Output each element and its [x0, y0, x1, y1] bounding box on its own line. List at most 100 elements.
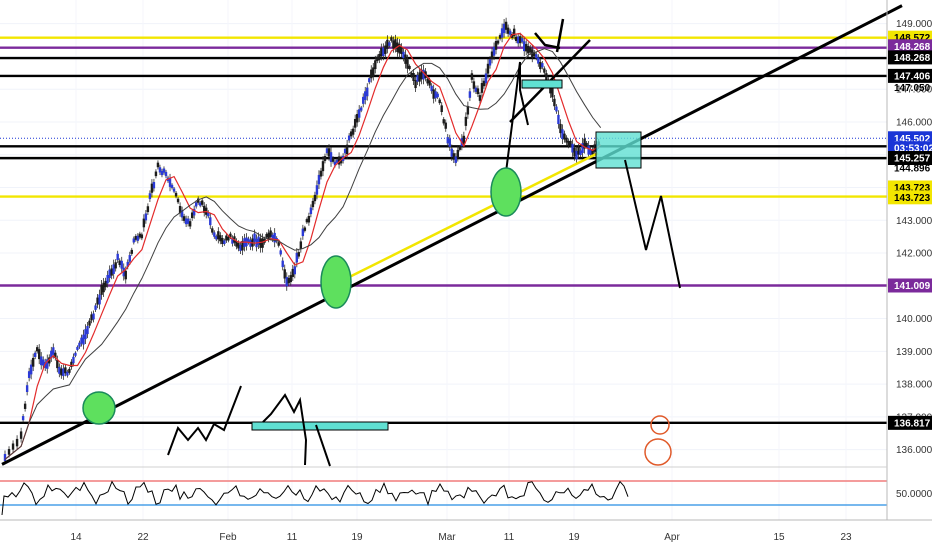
candle-body: [484, 73, 488, 84]
candle-body: [557, 114, 560, 125]
time-tick-label: 15: [773, 532, 785, 543]
candle-body: [194, 202, 198, 207]
candle-body: [440, 105, 443, 112]
candle-body: [31, 357, 35, 367]
candle-body: [279, 250, 282, 255]
time-tick-label: 14: [70, 532, 82, 543]
candle-body: [277, 242, 280, 246]
highlight-circle[interactable]: [320, 255, 352, 309]
candle-body: [144, 213, 148, 221]
candle-body: [140, 234, 144, 239]
candle-body: [390, 37, 393, 41]
candle-body: [72, 356, 75, 364]
candle-body: [321, 161, 325, 172]
candle-body: [345, 144, 349, 155]
price-tick-label: 140.000: [896, 314, 932, 325]
price-tick-label: 138.000: [896, 380, 932, 391]
time-tick-label: Apr: [664, 532, 680, 543]
highlight-circle[interactable]: [82, 391, 116, 425]
candle-body: [331, 158, 335, 162]
candle-body: [172, 188, 176, 192]
candle-body: [436, 93, 439, 98]
candle-body: [164, 171, 168, 177]
price-label-text: 143.723: [894, 193, 931, 204]
candle-body: [114, 262, 117, 269]
candle-body: [456, 149, 460, 158]
candle-body: [94, 305, 97, 310]
highlight-circle[interactable]: [490, 167, 522, 217]
candle-body: [281, 260, 284, 268]
candle-body: [448, 138, 451, 147]
candle-body: [299, 241, 303, 249]
candle-body: [521, 38, 524, 42]
candle-body: [25, 385, 29, 392]
candle-body: [541, 63, 544, 68]
candle-body: [213, 232, 216, 237]
time-tick-label: Mar: [438, 532, 456, 543]
price-tick-label: 146.000: [896, 117, 932, 128]
candle-body: [323, 156, 327, 161]
candle-body: [33, 352, 37, 357]
candle-body: [309, 207, 313, 215]
candle-body: [152, 182, 156, 189]
candle-body: [319, 170, 323, 177]
candle-body: [438, 99, 441, 104]
candle-body: [360, 107, 363, 111]
candle-body: [146, 206, 150, 213]
candle-body: [478, 95, 482, 101]
candle-body: [148, 193, 152, 200]
candle-body: [116, 253, 119, 260]
candle-body: [351, 128, 355, 135]
price-tick-label: 143.000: [896, 216, 932, 227]
time-tick-label: 19: [568, 532, 580, 543]
candle-body: [7, 449, 11, 455]
candle-body: [303, 227, 307, 231]
time-tick-label: 22: [137, 532, 149, 543]
candle-body: [209, 217, 212, 226]
candle-body: [408, 65, 411, 70]
candle-body: [368, 78, 371, 83]
candle-body: [154, 171, 158, 177]
candle-body: [98, 294, 101, 305]
candle-body: [458, 146, 462, 150]
candle-body: [374, 60, 377, 70]
current-zone[interactable]: [595, 131, 642, 169]
candle-body: [315, 185, 319, 195]
time-tick-label: 23: [840, 532, 852, 543]
candle-body: [174, 192, 178, 197]
candle-body: [3, 453, 7, 461]
candle-body: [444, 122, 447, 129]
candle-body: [15, 438, 19, 447]
lower-zone[interactable]: [251, 421, 389, 431]
candle-body: [124, 270, 127, 280]
candle-body: [464, 116, 468, 126]
time-tick-label: 19: [351, 532, 363, 543]
candle-body: [211, 228, 214, 233]
candle-body: [553, 98, 556, 107]
candle-body: [23, 403, 27, 409]
candle-body: [293, 266, 296, 275]
price-tick-label: 139.000: [896, 347, 932, 358]
candle-body: [543, 68, 546, 73]
candle-body: [388, 42, 391, 46]
price-label-text: 147.050: [894, 83, 931, 94]
candle-body: [313, 194, 317, 202]
price-chart[interactable]: 50.0000 136.000137.000138.000139.000140.…: [0, 0, 932, 550]
candle-body: [307, 215, 311, 223]
time-tick-label: 11: [504, 532, 515, 543]
candle-body: [201, 200, 204, 205]
candle-body: [311, 200, 315, 208]
candle-body: [76, 346, 79, 350]
price-label-text: 148.268: [894, 53, 931, 64]
price-tick-label: 149.000: [896, 19, 932, 30]
price-label-text: 141.009: [894, 281, 931, 292]
candle-body: [545, 73, 548, 80]
price-label-text: 144.896: [894, 163, 931, 174]
candle-body: [86, 326, 89, 335]
small-zone[interactable]: [521, 79, 563, 89]
candle-body: [188, 221, 192, 227]
oscillator-tick-label: 50.0000: [896, 489, 932, 500]
candle-body: [551, 88, 554, 98]
candle-body: [297, 252, 301, 257]
candle-body: [68, 368, 71, 373]
